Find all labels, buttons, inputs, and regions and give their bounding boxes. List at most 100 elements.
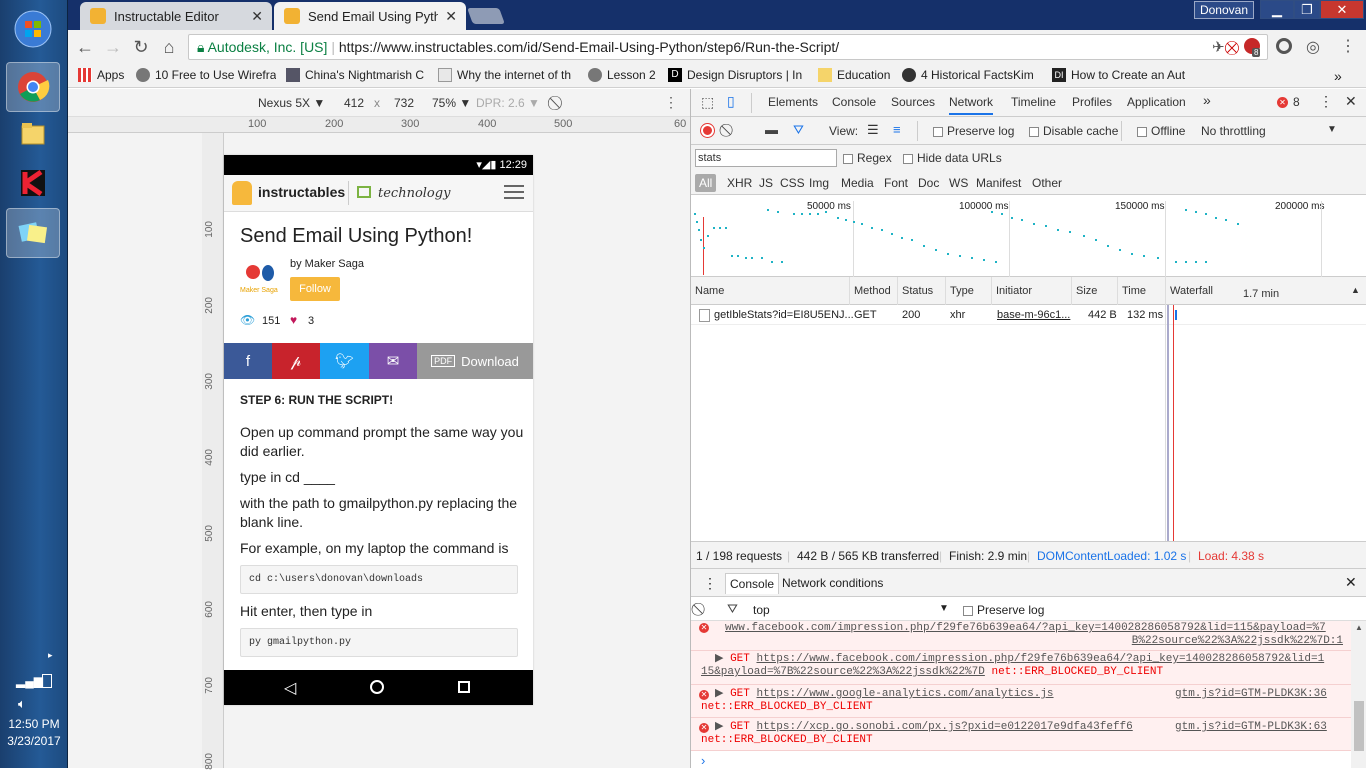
favorite-heart-icon[interactable]: ♥ xyxy=(290,313,297,327)
error-count[interactable]: 8 xyxy=(1293,95,1300,109)
console-error-message[interactable]: ✕ ▶ GET https://xcp.go.sonobi.com/px.js?… xyxy=(691,718,1351,751)
close-drawer-icon[interactable]: ✕ xyxy=(1345,574,1357,591)
dpr-select[interactable]: DPR: 2.6 ▼ xyxy=(476,96,540,110)
minimize-button[interactable]: ▁ xyxy=(1260,0,1294,19)
address-bar[interactable]: 🔒︎ Autodesk, Inc. [US] | https://www.ins… xyxy=(188,34,1268,60)
device-select[interactable]: Nexus 5X ▼ xyxy=(258,96,325,110)
volume-icon[interactable]: 🔈︎ xyxy=(18,696,26,712)
context-chevron-icon[interactable]: ▼ xyxy=(939,603,949,614)
menu-kebab-icon[interactable]: ⋮ xyxy=(1340,36,1356,56)
console-error-message[interactable]: ✕ ▶ GET https://www.google-analytics.com… xyxy=(691,685,1351,718)
profile-button[interactable]: Donovan xyxy=(1194,1,1254,19)
column-type[interactable]: Type xyxy=(950,285,974,297)
type-filter-xhr[interactable]: XHR xyxy=(727,176,752,190)
drawer-menu-icon[interactable]: ⋮ xyxy=(703,575,717,592)
tray-expand-icon[interactable]: ▸ xyxy=(48,650,53,661)
large-rows-icon[interactable]: ☰ xyxy=(867,122,879,138)
bookmark-wireframe[interactable]: 10 Free to Use Wirefra xyxy=(136,68,276,82)
facebook-share-button[interactable]: f xyxy=(224,343,272,379)
site-logo[interactable]: instructables xyxy=(258,184,345,200)
blocked-content-icon[interactable]: ⛒ xyxy=(1225,35,1239,59)
drawer-tab-network-conditions[interactable]: Network conditions xyxy=(782,576,883,590)
follow-button[interactable]: Follow xyxy=(290,277,340,301)
type-filter-media[interactable]: Media xyxy=(841,176,874,190)
tab-network[interactable]: Network xyxy=(949,95,994,115)
close-devtools-icon[interactable]: ✕ xyxy=(1345,93,1357,110)
inspect-element-icon[interactable]: ⬚ xyxy=(701,94,714,111)
close-tab-icon[interactable]: ✕ xyxy=(445,8,457,25)
row-initiator[interactable]: base-m-96c1... xyxy=(997,309,1070,321)
taskbar-chrome[interactable] xyxy=(6,62,60,112)
close-window-button[interactable]: ✕ xyxy=(1320,0,1364,19)
extension-spiral-icon[interactable]: ◎ xyxy=(1306,37,1320,57)
type-filter-all[interactable]: All xyxy=(695,174,717,192)
network-overview[interactable]: 50000 ms 100000 ms 150000 ms 200000 ms xyxy=(691,195,1366,277)
context-select[interactable]: top xyxy=(753,603,770,617)
table-row[interactable]: getIbleStats?id=EI8U5ENJ... GET 200 xhr … xyxy=(691,305,1366,325)
bookmark-historical[interactable]: 4 Historical FactsKim xyxy=(902,68,1042,82)
type-filter-ws[interactable]: WS xyxy=(949,176,968,190)
column-status[interactable]: Status xyxy=(902,285,933,297)
console-filter-icon[interactable]: ⛛ xyxy=(727,601,738,617)
expand-triangle-icon[interactable]: ▶ xyxy=(715,721,730,733)
back-button[interactable]: ← xyxy=(74,36,96,58)
network-signal-icon[interactable]: ▂▄▆ xyxy=(16,674,43,688)
home-button[interactable]: ⌂ xyxy=(158,36,180,58)
console-prompt-icon[interactable]: › xyxy=(701,753,705,768)
tab-elements[interactable]: Elements xyxy=(768,95,818,109)
device-height[interactable]: 732 xyxy=(394,96,414,110)
maximize-button[interactable]: ❐ xyxy=(1294,0,1320,19)
close-tab-icon[interactable]: ✕ xyxy=(251,8,263,25)
row-name[interactable]: getIbleStats?id=EI8U5ENJ... xyxy=(714,309,854,321)
reload-button[interactable]: ↻ xyxy=(130,36,152,58)
bookmark-lesson[interactable]: Lesson 2 xyxy=(588,68,668,82)
expand-triangle-icon[interactable]: ▶ xyxy=(715,653,730,665)
type-filter-css[interactable]: CSS xyxy=(780,176,805,190)
expand-triangle-icon[interactable]: ▶ xyxy=(715,688,730,700)
tab-console[interactable]: Console xyxy=(832,95,876,109)
console-preserve-log-checkbox[interactable]: Preserve log xyxy=(963,603,1044,617)
drawer-tab-console[interactable]: Console xyxy=(725,573,780,594)
console-scrollbar[interactable]: ▲ xyxy=(1351,621,1366,768)
tab-send-email[interactable]: Send Email Using Python ✕ xyxy=(274,2,466,30)
disable-cache-checkbox[interactable]: Disable cache xyxy=(1029,124,1118,138)
device-menu-icon[interactable]: ⋮ xyxy=(664,94,678,111)
type-filter-manifest[interactable]: Manifest xyxy=(976,176,1021,190)
extension-eye-icon[interactable] xyxy=(1276,38,1292,54)
bookmark-create[interactable]: DI How to Create an Aut xyxy=(1052,68,1188,82)
type-filter-other[interactable]: Other xyxy=(1032,176,1062,190)
zoom-select[interactable]: 75% ▼ xyxy=(432,96,471,110)
device-mode-icon[interactable]: ▯ xyxy=(727,93,735,110)
column-time[interactable]: Time xyxy=(1122,285,1146,297)
offline-checkbox[interactable]: Offline xyxy=(1137,124,1185,138)
sort-ascending-icon[interactable]: ▲ xyxy=(1351,285,1360,295)
extension-bird-icon[interactable]: ✈ xyxy=(1212,38,1225,56)
regex-checkbox[interactable]: Regex xyxy=(843,151,892,165)
column-name[interactable]: Name xyxy=(695,285,724,297)
download-button[interactable]: PDF Download xyxy=(417,343,533,379)
throttling-chevron-icon[interactable]: ▼ xyxy=(1327,124,1337,135)
author-byline[interactable]: by Maker Saga xyxy=(290,258,364,270)
preserve-log-checkbox[interactable]: Preserve log xyxy=(933,124,1014,138)
type-filter-font[interactable]: Font xyxy=(884,176,908,190)
battery-icon[interactable] xyxy=(42,674,52,688)
tab-profiles[interactable]: Profiles xyxy=(1072,95,1112,109)
column-size[interactable]: Size xyxy=(1076,285,1097,297)
type-filter-img[interactable]: Img xyxy=(809,176,829,190)
device-width[interactable]: 412 xyxy=(344,96,364,110)
android-back-icon[interactable]: ◁ xyxy=(284,678,296,698)
tab-sources[interactable]: Sources xyxy=(891,95,935,109)
pinterest-share-button[interactable]: 𝓅 xyxy=(272,343,320,379)
type-filter-doc[interactable]: Doc xyxy=(918,176,939,190)
filter-input[interactable]: stats xyxy=(695,149,837,167)
console-messages[interactable]: ✕ www.facebook.com/impression.php/f29fe7… xyxy=(691,621,1351,768)
column-initiator[interactable]: Initiator xyxy=(996,285,1032,297)
type-filter-js[interactable]: JS xyxy=(759,176,773,190)
record-button[interactable] xyxy=(701,124,714,137)
tab-instructable-editor[interactable]: Instructable Editor ✕ xyxy=(80,2,272,30)
taskbar-kaspersky[interactable] xyxy=(6,158,60,208)
new-tab-button[interactable] xyxy=(467,8,505,24)
hamburger-menu-icon[interactable] xyxy=(504,185,524,199)
column-waterfall[interactable]: Waterfall xyxy=(1170,285,1213,297)
android-home-icon[interactable] xyxy=(370,680,384,694)
